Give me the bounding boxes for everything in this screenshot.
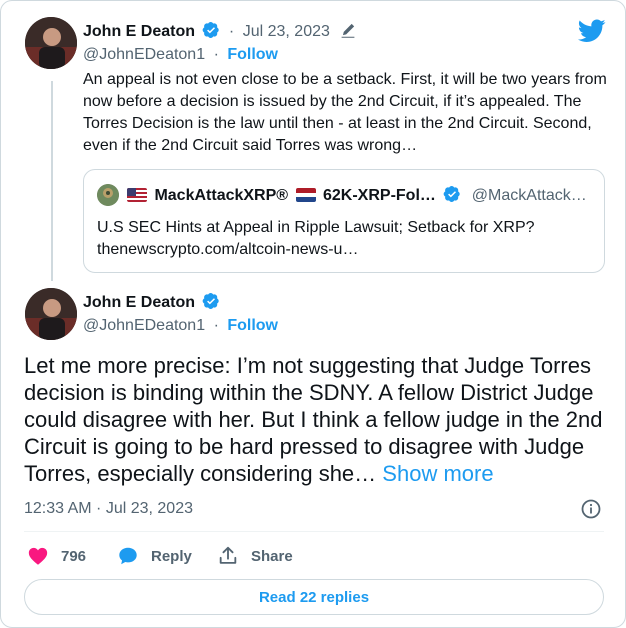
reply-bubble-icon — [119, 547, 137, 565]
reply-button[interactable]: Reply — [117, 545, 192, 567]
actions-divider — [24, 531, 604, 532]
verified-badge-icon — [203, 292, 220, 310]
verified-badge-icon — [443, 185, 461, 203]
main-author-handle[interactable]: @JohnEDeaton1 — [83, 317, 205, 334]
separator-dot: · — [213, 46, 219, 63]
separator-dot: · — [228, 23, 235, 40]
quoted-header: MackAttackXRP® 62K-XRP-Fol… @MackAttack… — [124, 185, 587, 205]
parent-header-line2: @JohnEDeaton1 · Follow — [83, 46, 278, 64]
quoted-link-line[interactable]: thenewscrypto.com/altcoin-news-u… — [97, 239, 597, 261]
share-upload-icon — [219, 546, 237, 564]
main-author-avatar[interactable] — [25, 288, 77, 340]
quoted-tweet-text: U.S SEC Hints at Appeal in Ripple Lawsui… — [97, 217, 597, 261]
read-replies-label: Read 22 replies — [258, 588, 370, 606]
reply-label: Reply — [151, 547, 192, 565]
parent-author-avatar[interactable] — [25, 17, 77, 69]
separator-dot: · — [213, 317, 219, 334]
quoted-author-avatar — [97, 184, 119, 206]
quoted-author-name-suffix: 62K-XRP-Fol… — [322, 187, 436, 204]
verified-badge-icon — [203, 21, 220, 39]
embedded-tweet-card: John E Deaton · Jul 23, 2023 @JohnEDeato… — [0, 0, 626, 628]
main-header-line1: John E Deaton — [83, 292, 220, 312]
parent-author-name[interactable]: John E Deaton — [83, 23, 195, 40]
parent-follow-link[interactable]: Follow — [227, 46, 278, 63]
info-icon[interactable] — [581, 499, 601, 519]
netherlands-flag-icon — [295, 188, 316, 202]
share-button[interactable]: Share — [217, 545, 293, 567]
quoted-text-line1: U.S SEC Hints at Appeal in Ripple Lawsui… — [97, 219, 535, 236]
main-tweet-text[interactable]: Let me more precise: I’m not suggesting … — [24, 353, 602, 486]
quoted-author-name: MackAttackXRP® — [154, 187, 289, 204]
main-follow-link[interactable]: Follow — [227, 317, 278, 334]
share-label: Share — [251, 547, 293, 565]
twitter-bird-icon[interactable] — [578, 19, 606, 43]
like-count: 796 — [61, 547, 87, 565]
main-tweet-text-block: Let me more precise: I’m not suggesting … — [24, 352, 614, 487]
heart-icon — [28, 547, 48, 565]
quoted-author-handle: @MackAttack… — [471, 187, 587, 204]
parent-tweet-date[interactable]: Jul 23, 2023 — [243, 23, 330, 40]
main-header-line2: @JohnEDeaton1 · Follow — [83, 317, 278, 335]
parent-header-line1: John E Deaton · Jul 23, 2023 — [83, 21, 356, 41]
read-replies-button[interactable]: Read 22 replies — [24, 579, 604, 615]
quoted-tweet-card[interactable]: MackAttackXRP® 62K-XRP-Fol… @MackAttack…… — [83, 169, 605, 273]
edited-pencil-icon — [341, 23, 355, 38]
parent-tweet-text[interactable]: An appeal is not even close to be a setb… — [83, 69, 608, 157]
parent-author-handle[interactable]: @JohnEDeaton1 — [83, 46, 205, 63]
like-button[interactable]: 796 — [27, 545, 86, 567]
main-author-name[interactable]: John E Deaton — [83, 294, 195, 311]
thread-connector-line — [51, 81, 53, 281]
show-more-link[interactable]: Show more — [382, 461, 493, 486]
main-tweet-timestamp[interactable]: 12:33 AM · Jul 23, 2023 — [24, 500, 193, 518]
usa-flag-icon — [127, 188, 147, 202]
